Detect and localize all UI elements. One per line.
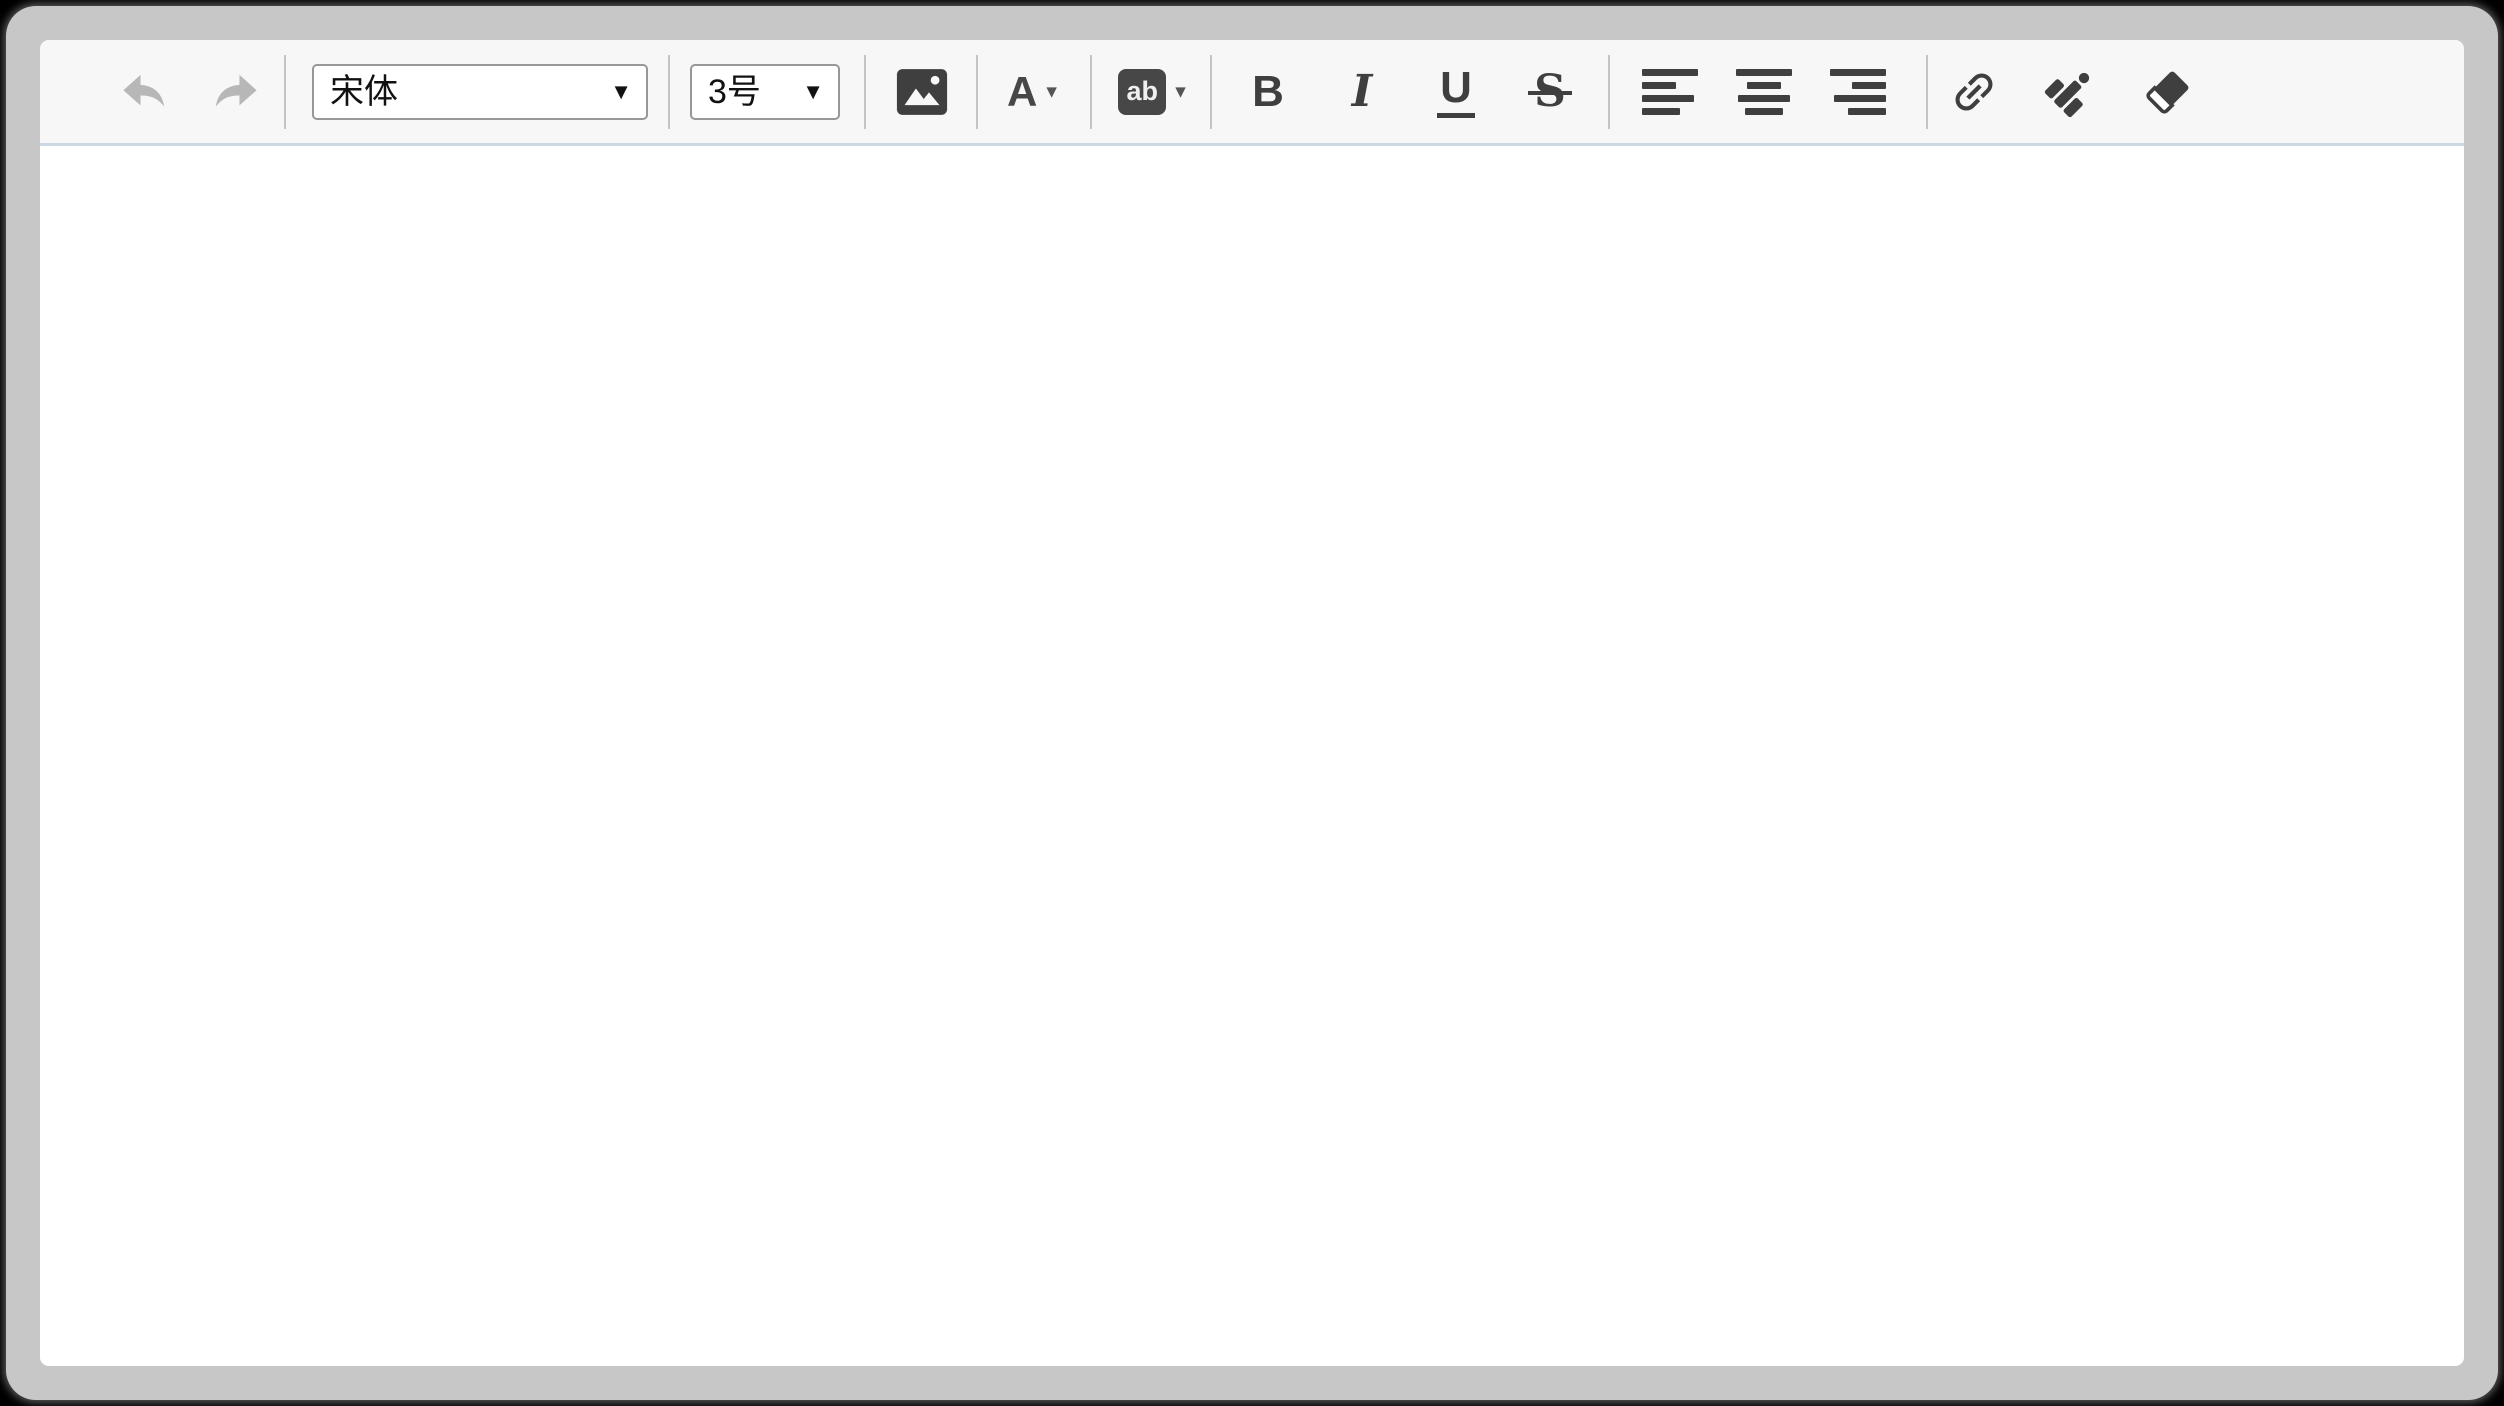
chevron-down-icon: ▼ — [802, 81, 824, 103]
insert-link-button[interactable] — [1946, 56, 2002, 128]
eraser-icon — [2142, 66, 2194, 118]
align-right-button[interactable] — [1828, 56, 1888, 128]
toolbar-separator — [668, 55, 670, 129]
toolbar-separator — [1090, 55, 1092, 129]
toolbar-separator — [1608, 55, 1610, 129]
redo-icon — [210, 66, 262, 118]
editor-content: 宋体 ▼ 3号 ▼ A — [40, 40, 2464, 1366]
strikethrough-button[interactable]: S — [1518, 56, 1582, 128]
redo-button[interactable] — [208, 56, 264, 128]
strikethrough-icon: S — [1532, 70, 1568, 114]
font-family-value: 宋体 — [330, 75, 398, 109]
format-brush-icon — [2043, 65, 2097, 119]
align-center-icon — [1736, 69, 1792, 115]
chevron-down-icon: ▾ — [1046, 81, 1057, 102]
italic-icon: I — [1352, 70, 1373, 114]
font-color-icon: A — [1007, 71, 1037, 113]
link-icon — [1937, 55, 2011, 129]
bold-button[interactable]: B — [1236, 56, 1300, 128]
font-size-value: 3号 — [708, 75, 761, 109]
clear-format-button[interactable] — [2140, 56, 2196, 128]
bold-icon: B — [1252, 70, 1284, 114]
highlight-color-button[interactable]: ab ▾ — [1110, 56, 1194, 128]
font-family-select[interactable]: 宋体 ▼ — [312, 64, 648, 120]
editor-toolbar: 宋体 ▼ 3号 ▼ A — [40, 40, 2464, 146]
toolbar-separator — [284, 55, 286, 129]
toolbar-separator — [864, 55, 866, 129]
align-right-icon — [1830, 69, 1886, 115]
italic-button[interactable]: I — [1330, 56, 1394, 128]
editor-window-frame: 宋体 ▼ 3号 ▼ A — [6, 6, 2498, 1400]
chevron-down-icon: ▼ — [610, 81, 632, 103]
highlight-color-icon: ab — [1118, 69, 1166, 115]
align-left-icon — [1642, 69, 1698, 115]
underline-button[interactable]: U — [1424, 56, 1488, 128]
toolbar-separator — [1926, 55, 1928, 129]
editor-body[interactable] — [40, 146, 2464, 1366]
chevron-down-icon: ▾ — [1175, 81, 1186, 102]
align-left-button[interactable] — [1640, 56, 1700, 128]
image-icon — [895, 68, 949, 116]
toolbar-separator — [1210, 55, 1212, 129]
insert-image-button[interactable] — [890, 56, 954, 128]
font-color-button[interactable]: A ▾ — [996, 56, 1068, 128]
undo-icon — [118, 66, 170, 118]
font-size-select[interactable]: 3号 ▼ — [690, 64, 840, 120]
align-center-button[interactable] — [1734, 56, 1794, 128]
undo-button[interactable] — [116, 56, 172, 128]
format-brush-button[interactable] — [2042, 56, 2098, 128]
underline-icon: U — [1437, 66, 1475, 118]
toolbar-separator — [976, 55, 978, 129]
